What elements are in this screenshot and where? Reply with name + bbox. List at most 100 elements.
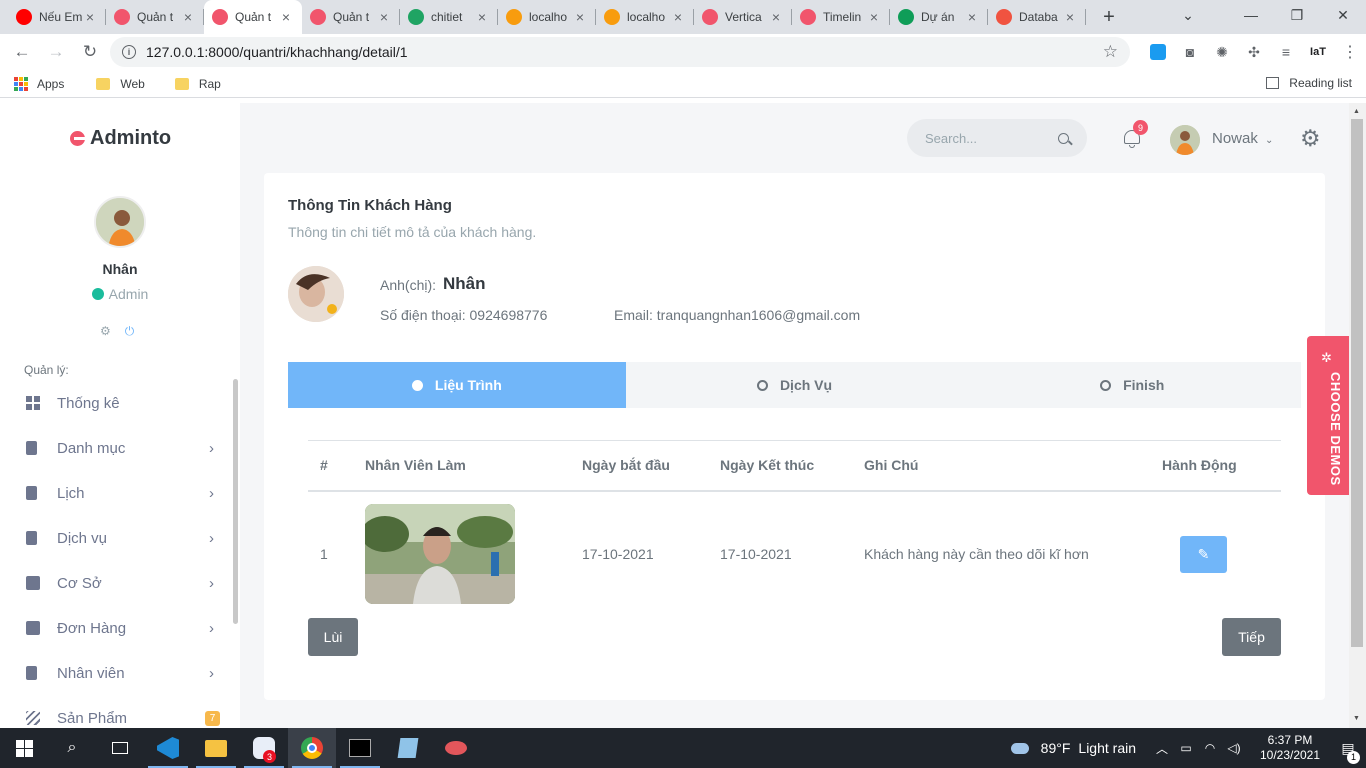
browser-tab[interactable]: Quản t ×: [204, 0, 302, 34]
search-taskbar-button[interactable]: ⌕: [48, 728, 96, 768]
forward-button[interactable]: →: [40, 36, 72, 68]
browser-tab[interactable]: chitiet ×: [400, 0, 498, 34]
power-icon[interactable]: ⏻: [125, 324, 135, 339]
close-tab-icon[interactable]: ×: [964, 9, 980, 25]
url-text[interactable]: 127.0.0.1:8000/quantri/khachhang/detail/…: [146, 44, 1103, 60]
tab-finish[interactable]: Finish: [963, 362, 1301, 408]
clock[interactable]: 6:37 PM 10/23/2021: [1250, 733, 1330, 763]
volume-icon[interactable]: ◁): [1222, 741, 1246, 755]
close-tab-icon[interactable]: ×: [474, 9, 490, 25]
notifications-button[interactable]: 9: [1122, 120, 1148, 149]
new-tab-button[interactable]: +: [1094, 0, 1124, 34]
top-avatar[interactable]: [1170, 125, 1200, 155]
address-bar[interactable]: i 127.0.0.1:8000/quantri/khachhang/detai…: [110, 37, 1130, 67]
back-button[interactable]: ←: [6, 36, 38, 68]
page-scrollbar-thumb[interactable]: [1351, 119, 1363, 647]
weather-text: Light rain: [1078, 740, 1136, 756]
restore-button[interactable]: ❐: [1274, 0, 1320, 30]
bookmark-rap[interactable]: Rap: [174, 77, 221, 91]
sidebar-item[interactable]: Thống kê: [0, 383, 240, 423]
browser-tab[interactable]: Vertica ×: [694, 0, 792, 34]
droplet-extension-icon[interactable]: [1142, 36, 1174, 68]
close-window-button[interactable]: ✕: [1320, 0, 1366, 30]
browser-tab[interactable]: Dự án ×: [890, 0, 988, 34]
sidebar-username[interactable]: Nhân: [0, 261, 240, 277]
browser-tab[interactable]: Nếu Em ×: [8, 0, 106, 34]
browser-tab[interactable]: localho ×: [498, 0, 596, 34]
action-center-button[interactable]: ▤ 1: [1330, 740, 1366, 764]
reload-button[interactable]: ↻: [74, 36, 106, 68]
browser-tab[interactable]: Quản t ×: [302, 0, 400, 34]
sidebar-item[interactable]: Đơn Hàng ›: [0, 608, 240, 648]
close-tab-icon[interactable]: ×: [278, 9, 294, 25]
reading-list-button[interactable]: Reading list: [1266, 76, 1352, 90]
sidebar-scrollbar[interactable]: [233, 379, 238, 624]
task-view-button[interactable]: [96, 728, 144, 768]
sidebar-item[interactable]: Dịch vụ ›: [0, 518, 240, 558]
search-input[interactable]: Search...: [925, 131, 1058, 146]
bookmark-web[interactable]: Web: [96, 77, 145, 91]
minimize-button[interactable]: —: [1228, 0, 1274, 30]
snipping-tool-taskbar-item[interactable]: [432, 728, 480, 768]
right-bar-settings-icon[interactable]: ⚙: [1300, 127, 1321, 150]
close-tab-icon[interactable]: ×: [768, 9, 784, 25]
user-menu-toggle[interactable]: Nowak ⌄: [1212, 130, 1273, 147]
scroll-up-icon[interactable]: ▲: [1353, 108, 1360, 115]
camera-extension-icon[interactable]: ◙: [1174, 36, 1206, 68]
media-control-icon[interactable]: ≡: [1270, 36, 1302, 68]
more-menu-icon[interactable]: ⋮: [1334, 36, 1366, 68]
prev-button[interactable]: Lùi: [308, 618, 358, 656]
browser-tab[interactable]: localho ×: [596, 0, 694, 34]
close-tab-icon[interactable]: ×: [670, 9, 686, 25]
close-tab-icon[interactable]: ×: [376, 9, 392, 25]
edit-button[interactable]: ✎: [1180, 535, 1227, 573]
file-explorer-taskbar-item[interactable]: [192, 728, 240, 768]
scroll-down-icon[interactable]: ▼: [1353, 715, 1360, 722]
sidebar-item[interactable]: Lịch ›: [0, 473, 240, 513]
notepad-taskbar-item[interactable]: [384, 728, 432, 768]
bookmark-star-icon[interactable]: ☆: [1103, 42, 1118, 62]
browser-tab[interactable]: Timelin ×: [792, 0, 890, 34]
sidebar-item[interactable]: Nhân viên ›: [0, 653, 240, 693]
app-logo[interactable]: Adminto: [70, 127, 171, 150]
tab-dich-vu[interactable]: Dịch Vụ: [626, 362, 964, 408]
bookmark-apps[interactable]: Apps: [14, 76, 64, 91]
battery-icon[interactable]: ▭: [1174, 741, 1198, 755]
row-index: 1: [320, 546, 328, 562]
tab-lieu-trinh[interactable]: Liệu Trình: [288, 362, 626, 408]
search-box[interactable]: Search...: [907, 119, 1087, 157]
sidebar-item[interactable]: Danh mục ›: [0, 428, 240, 468]
sidebar-item[interactable]: Sản Phẩm 7: [0, 698, 240, 728]
settings-icon[interactable]: ⚙: [100, 324, 111, 339]
site-info-icon[interactable]: i: [122, 45, 136, 59]
browser-tab[interactable]: Quản t ×: [106, 0, 204, 34]
system-tray: 89°F Light rain ︿ ▭ ◠ ◁) 6:37 PM 10/23/2…: [1010, 728, 1366, 768]
hidden-icons-chevron-icon[interactable]: ︿: [1150, 740, 1174, 757]
vscode-taskbar-item[interactable]: [144, 728, 192, 768]
close-tab-icon[interactable]: ×: [180, 9, 196, 25]
tab-search-icon[interactable]: ⌄: [1168, 0, 1208, 30]
puzzle-extensions-icon[interactable]: ✣: [1238, 36, 1270, 68]
chevron-right-icon: ›: [209, 439, 214, 457]
terminal-taskbar-item[interactable]: [336, 728, 384, 768]
close-tab-icon[interactable]: ×: [1062, 9, 1078, 25]
close-tab-icon[interactable]: ×: [572, 9, 588, 25]
close-tab-icon[interactable]: ×: [866, 9, 882, 25]
column-header-note: Ghi Chú: [852, 440, 1150, 492]
chevron-right-icon: ›: [209, 664, 214, 682]
bug-extension-icon[interactable]: ✺: [1206, 36, 1238, 68]
browser-tab[interactable]: Databa ×: [988, 0, 1086, 34]
search-icon[interactable]: [1058, 132, 1069, 144]
start-button[interactable]: [0, 728, 48, 768]
wifi-icon[interactable]: ◠: [1198, 741, 1222, 755]
sidebar-avatar[interactable]: [94, 196, 146, 248]
next-button[interactable]: Tiếp: [1222, 618, 1281, 656]
sidebar-item[interactable]: Cơ Sở ›: [0, 563, 240, 603]
iat-extension-icon[interactable]: IaT: [1302, 36, 1334, 68]
tab-title: Quản t: [137, 10, 174, 24]
close-tab-icon[interactable]: ×: [82, 9, 98, 25]
choose-demos-button[interactable]: ✲ CHOOSE DEMOS: [1307, 336, 1349, 495]
zalo-taskbar-item[interactable]: 3: [240, 728, 288, 768]
weather-widget[interactable]: 89°F Light rain: [1010, 740, 1136, 756]
chrome-taskbar-item[interactable]: [288, 728, 336, 768]
